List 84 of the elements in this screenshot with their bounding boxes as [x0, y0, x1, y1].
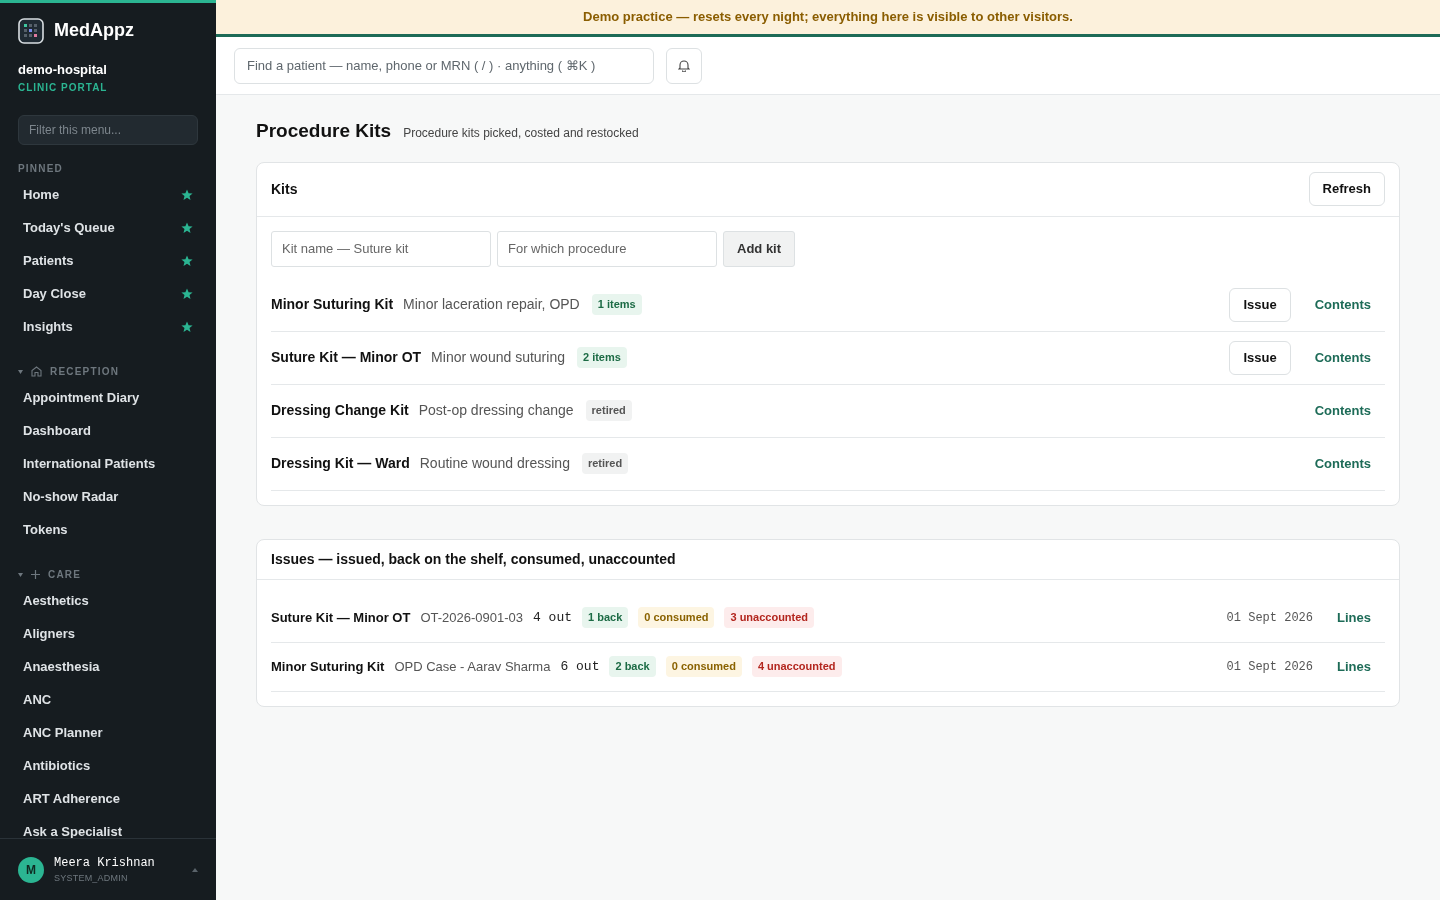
menu-filter-field[interactable]: Filter this menu... — [18, 114, 198, 145]
card-title: Issues — issued, back on the shelf, consumed, unaccounted — [271, 549, 676, 569]
house-icon — [31, 366, 42, 377]
issue-button[interactable]: Issue — [1229, 340, 1291, 375]
unaccounted-count: 4 unaccounted — [751, 656, 842, 677]
status-badge: retired — [581, 453, 629, 474]
status-badge: retired — [585, 400, 632, 421]
sidebar-item[interactable]: Dashboard — [10, 414, 206, 448]
kit-procedure: Post-op dressing change — [418, 401, 574, 420]
caret-icon[interactable] — [18, 369, 23, 374]
kit-name: Dressing Change Kit — [271, 401, 409, 420]
page-title: Procedure Kits — [256, 119, 392, 143]
organization-name: demo-hospital — [18, 61, 108, 79]
star-icon[interactable] — [181, 189, 193, 201]
out-count: 4 out — [533, 608, 573, 627]
contents-link[interactable]: Contents — [1300, 400, 1385, 421]
status-badge: 2 items — [576, 347, 627, 368]
sidebar-item[interactable]: Aligners — [10, 617, 206, 651]
sidebar-item[interactable]: Aesthetics — [10, 584, 206, 618]
back-count: 1 back — [582, 607, 629, 628]
kit-name: Dressing Kit — Ward — [271, 454, 410, 473]
issue-reference: OT-2026-0901-03 — [420, 608, 523, 627]
kit-name: Suture Kit — Minor OT — [271, 608, 411, 627]
contents-link[interactable]: Contents — [1300, 294, 1385, 315]
portal-label: CLINIC PORTAL — [18, 80, 109, 95]
user-name: Meera Krishnan — [54, 854, 156, 872]
back-count: 2 back — [609, 656, 656, 677]
plus-icon — [31, 570, 40, 579]
sidebar-item[interactable]: Patients — [10, 244, 206, 278]
sidebar-item[interactable]: Day Close — [10, 277, 206, 311]
sidebar-item[interactable]: Antibiotics — [10, 749, 206, 783]
add-kit-button[interactable]: Add kit — [723, 230, 796, 267]
sidebar-item[interactable]: Insights — [10, 310, 206, 344]
user-role: SYSTEM_ADMIN — [54, 871, 129, 885]
contents-link[interactable]: Contents — [1300, 347, 1385, 368]
sidebar-item[interactable]: No-show Radar — [10, 480, 206, 514]
sidebar-item[interactable]: ART Adherence — [10, 782, 206, 816]
star-icon[interactable] — [181, 321, 193, 333]
status-badge: 1 items — [591, 294, 642, 315]
consumed-count: 0 consumed — [665, 656, 742, 677]
issue-reference: OPD Case - Aarav Sharma — [394, 657, 551, 676]
user-avatar: M — [18, 856, 44, 883]
caret-icon[interactable] — [18, 572, 23, 577]
card-title: Kits — [271, 179, 298, 199]
sidebar-item[interactable]: Today's Queue — [10, 211, 206, 245]
consumed-count: 0 consumed — [638, 607, 715, 628]
out-count: 6 out — [560, 657, 600, 676]
sidebar-item[interactable]: Tokens — [10, 513, 206, 547]
demo-banner: Demo practice — resets every night; everything here is visible to other visitors. — [216, 0, 1440, 37]
sidebar-item[interactable]: ANC Planner — [10, 716, 206, 750]
star-icon[interactable] — [181, 255, 193, 267]
issue-date: 01 Sept 2026 — [1226, 609, 1314, 627]
section-label: PINNED — [18, 162, 63, 176]
section-label: RECEPTION — [50, 365, 120, 379]
kit-procedure: Minor wound suturing — [431, 348, 565, 367]
unaccounted-count: 3 unaccounted — [724, 607, 815, 628]
star-icon[interactable] — [181, 222, 193, 234]
refresh-button[interactable]: Refresh — [1308, 172, 1385, 206]
bell-icon — [678, 59, 690, 72]
sidebar-item[interactable]: Anaesthesia — [10, 650, 206, 684]
contents-link[interactable]: Contents — [1300, 453, 1385, 474]
lines-link[interactable]: Lines — [1323, 607, 1385, 628]
procedure-field[interactable]: For which procedure — [497, 230, 717, 267]
sidebar-item[interactable]: International Patients — [10, 447, 206, 481]
kit-procedure: Minor laceration repair, OPD — [403, 295, 580, 314]
kit-name-field[interactable]: Kit name — Suture kit — [271, 230, 491, 267]
kit-name: Minor Suturing Kit — [271, 657, 385, 676]
kit-procedure: Routine wound dressing — [419, 454, 570, 473]
section-label: CARE — [48, 568, 82, 582]
kit-name: Minor Suturing Kit — [271, 295, 394, 314]
page-subtitle: Procedure kits picked, costed and restocked — [403, 125, 639, 142]
issue-date: 01 Sept 2026 — [1226, 658, 1314, 676]
sidebar-item[interactable]: ANC — [10, 683, 206, 717]
lines-link[interactable]: Lines — [1323, 656, 1385, 677]
sidebar-item[interactable]: Home — [10, 178, 206, 212]
notifications-button[interactable] — [666, 47, 702, 84]
brand-name: MedAppz — [54, 19, 134, 42]
star-icon[interactable] — [181, 288, 193, 300]
patient-search-field[interactable]: Find a patient — name, phone or MRN ( / ) · anything ( ⌘K ) — [234, 47, 654, 84]
caret-icon[interactable] — [192, 867, 198, 872]
issue-button[interactable]: Issue — [1229, 287, 1291, 322]
logo-icon — [18, 17, 44, 44]
sidebar-item[interactable]: Appointment Diary — [10, 381, 206, 415]
kit-name: Suture Kit — Minor OT — [271, 348, 422, 367]
